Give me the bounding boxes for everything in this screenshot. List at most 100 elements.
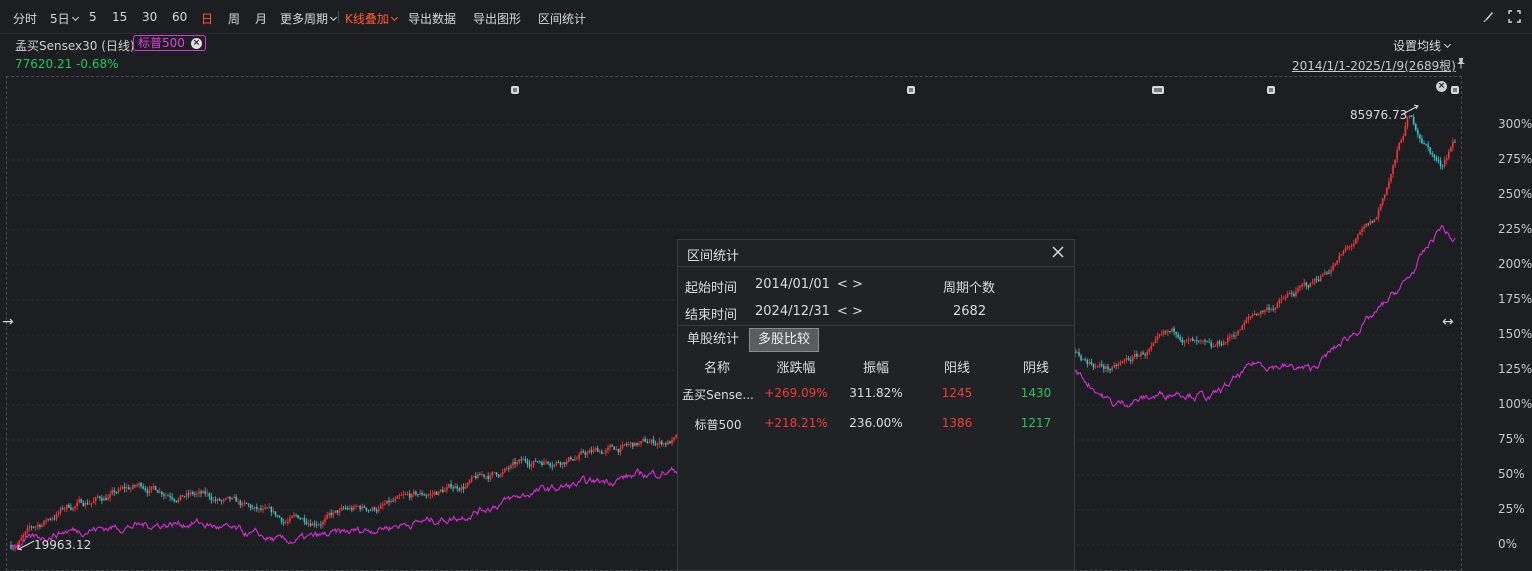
scroll-left-icon[interactable]: → xyxy=(2,314,14,330)
candle-body xyxy=(518,459,520,463)
candle-body xyxy=(1272,308,1275,310)
candle-body xyxy=(1443,160,1446,167)
candle-body xyxy=(559,462,562,465)
export-chart-button[interactable]: 导出图形 xyxy=(473,10,521,27)
date-range-link[interactable]: 2014/1/1-2025/1/9(2689根) xyxy=(1292,57,1456,74)
event-marker-icon[interactable] xyxy=(1266,84,1276,94)
candle-body xyxy=(1092,364,1095,368)
candle-body xyxy=(282,522,285,523)
period-daily[interactable]: 日 xyxy=(201,10,213,27)
end-time-nav[interactable]: < > xyxy=(837,304,863,319)
candle-body xyxy=(1291,293,1293,294)
candle-body xyxy=(138,483,140,486)
candle-body xyxy=(1324,272,1326,275)
candle-body xyxy=(1336,260,1339,265)
fullscreen-icon[interactable] xyxy=(1506,8,1522,24)
candle-body xyxy=(1173,328,1175,332)
end-time-value[interactable]: 2024/12/31 xyxy=(755,304,830,319)
range-stats-button[interactable]: 区间统计 xyxy=(538,10,586,27)
compare-tag[interactable]: 标普500 × xyxy=(133,35,206,51)
close-icon[interactable] xyxy=(1050,244,1066,260)
candle-body xyxy=(503,468,506,472)
kline-overlay-menu[interactable]: K线叠加 xyxy=(345,10,397,27)
candle-body xyxy=(291,516,293,518)
candle-body xyxy=(355,506,357,508)
candle-body xyxy=(466,482,469,487)
period-5min[interactable]: 5 xyxy=(89,10,97,24)
candle-body xyxy=(582,451,585,453)
candle-body xyxy=(70,507,72,510)
candle-body xyxy=(272,511,275,513)
candle-body xyxy=(1233,335,1235,337)
candle-body xyxy=(1179,337,1182,340)
period-15min[interactable]: 15 xyxy=(112,10,127,24)
pin-icon[interactable] xyxy=(1456,57,1466,72)
tab-single-stock[interactable]: 单股统计 xyxy=(678,328,748,352)
candle-body xyxy=(276,515,279,517)
remove-compare-icon[interactable]: × xyxy=(190,38,202,49)
candle-body xyxy=(603,452,605,454)
candle-body xyxy=(1150,345,1153,350)
row-down-count: 1217 xyxy=(1020,416,1052,430)
candle-body xyxy=(103,498,105,501)
ma-setting-menu[interactable]: 设置均线 xyxy=(1393,37,1450,54)
candle-body xyxy=(1200,340,1202,342)
candle-body xyxy=(446,487,448,491)
draw-brush-icon[interactable] xyxy=(1480,8,1496,24)
candle-body xyxy=(295,514,297,516)
candle-body xyxy=(388,500,390,503)
candle-body xyxy=(280,517,283,523)
y-tick-label: 250% xyxy=(1498,187,1532,201)
candle-body xyxy=(1247,317,1250,320)
period-weekly[interactable]: 周 xyxy=(228,10,240,27)
candle-body xyxy=(169,495,171,498)
period-intraday[interactable]: 分时 xyxy=(13,10,37,27)
start-time-value[interactable]: 2014/01/01 xyxy=(755,277,830,292)
event-marker-icon[interactable] xyxy=(1151,84,1164,94)
candle-body xyxy=(1175,331,1177,335)
resize-horizontal-icon[interactable]: ↔ xyxy=(1442,314,1454,330)
candle-body xyxy=(557,462,560,463)
candle-body xyxy=(615,448,618,450)
candle-body xyxy=(588,450,591,454)
candle-body xyxy=(522,459,525,461)
candle-body xyxy=(134,485,136,486)
candle-body xyxy=(497,474,500,477)
event-marker-icon[interactable] xyxy=(1450,84,1460,94)
candle-body xyxy=(146,490,149,494)
more-periods-menu[interactable]: 更多周期 xyxy=(280,10,336,27)
candle-body xyxy=(1098,364,1101,367)
period-60min[interactable]: 60 xyxy=(172,10,187,24)
candle-body xyxy=(328,512,330,515)
period-30min[interactable]: 30 xyxy=(142,10,157,24)
event-marker-icon[interactable] xyxy=(906,84,916,94)
candle-body xyxy=(1105,366,1107,369)
candle-body xyxy=(499,474,502,477)
candle-body xyxy=(644,438,647,442)
candle-body xyxy=(613,446,616,450)
candle-body xyxy=(1390,173,1392,182)
candle-body xyxy=(429,493,432,496)
candle-body xyxy=(220,500,223,502)
close-marker-icon[interactable]: × xyxy=(1436,81,1447,92)
candle-body xyxy=(177,499,180,502)
candle-body xyxy=(1328,272,1330,274)
candle-body xyxy=(76,502,78,507)
candle-body xyxy=(1078,352,1080,356)
candle-body xyxy=(32,526,35,528)
candle-body xyxy=(1164,331,1167,333)
candle-body xyxy=(1334,264,1336,266)
candle-body xyxy=(231,498,233,500)
export-data-button[interactable]: 导出数据 xyxy=(408,10,456,27)
period-5day[interactable]: 5日 xyxy=(50,10,78,27)
candle-body xyxy=(371,507,374,511)
period-monthly[interactable]: 月 xyxy=(255,10,267,27)
candle-body xyxy=(673,437,675,440)
candle-body xyxy=(1088,362,1091,365)
start-time-nav[interactable]: < > xyxy=(837,277,863,292)
candle-body xyxy=(293,514,295,517)
tab-multi-compare[interactable]: 多股比较 xyxy=(749,328,820,352)
event-marker-icon[interactable] xyxy=(510,84,520,94)
candle-body xyxy=(479,474,481,476)
row-change: +269.09% xyxy=(764,386,828,400)
